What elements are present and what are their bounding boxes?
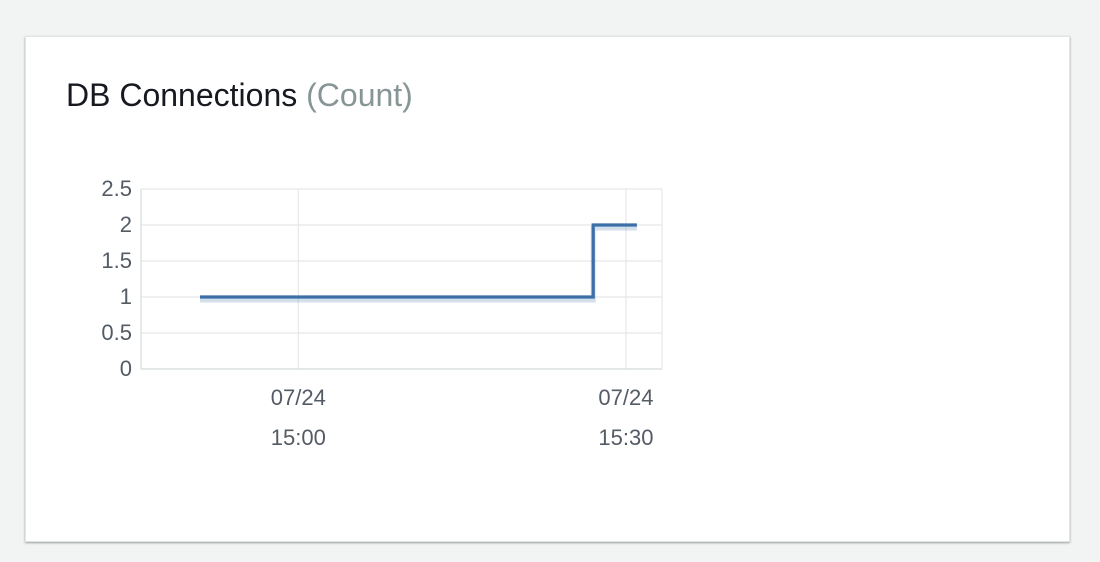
chart-grid <box>141 188 663 369</box>
series-line-shadow <box>200 225 637 303</box>
y-tick-label: 2 <box>120 212 132 237</box>
y-tick-label: 0.5 <box>101 320 132 345</box>
y-tick-label: 0 <box>120 356 132 381</box>
chart-axes <box>140 189 662 370</box>
x-tick-date-label: 07/24 <box>271 385 326 410</box>
y-tick-label: 1 <box>120 284 132 309</box>
chart-tick-labels: 0 0.5 1 1.5 2 2.5 07/24 15:00 07/24 15:30 <box>101 176 653 450</box>
line-chart: 0 0.5 1 1.5 2 2.5 07/24 15:00 07/24 15:30 <box>101 176 663 450</box>
y-tick-label: 1.5 <box>101 248 132 273</box>
y-tick-label: 2.5 <box>101 176 132 201</box>
metric-widget: DB Connections (Count) 0 0.5 1 1.5 2 2.5 07/24… <box>25 36 1070 542</box>
chart-series <box>200 223 637 303</box>
x-tick-date-label: 07/24 <box>598 385 653 410</box>
x-tick-time-label: 15:30 <box>598 425 653 450</box>
x-tick-time-label: 15:00 <box>271 425 326 450</box>
